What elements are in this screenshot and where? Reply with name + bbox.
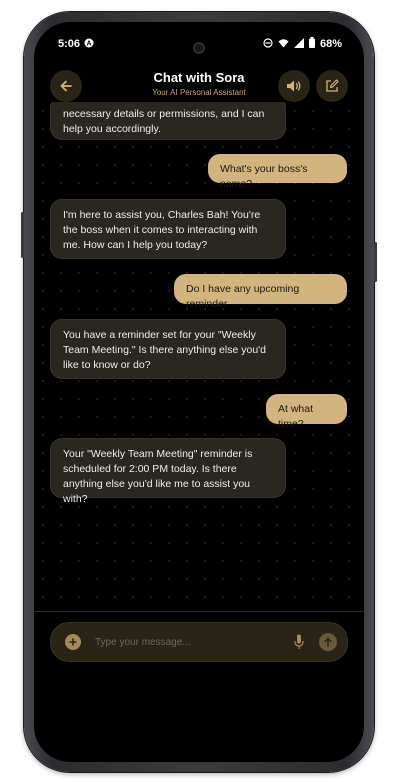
send-arrow-icon (324, 637, 332, 647)
battery-percent: 68% (319, 38, 342, 50)
a-icon: A (84, 38, 94, 51)
signal-icon (293, 37, 304, 51)
phone-screen: 5:06 A 68% Chat with Sora Your AI Person… (34, 22, 364, 762)
message-input[interactable]: Type your message... (95, 637, 291, 648)
status-time: 5:06 (58, 38, 81, 50)
bot-message: I'm here to assist you, Charles Bah! You… (50, 199, 286, 259)
add-attachment-button[interactable] (65, 634, 81, 650)
chat-title: Chat with Sora (153, 70, 245, 85)
chat-area[interactable]: necessary details or permissions, and I … (34, 102, 364, 612)
dnd-icon (263, 37, 273, 51)
send-button[interactable] (319, 633, 337, 651)
svg-text:A: A (87, 40, 92, 47)
user-message: At what time? (266, 394, 347, 430)
speaker-icon (287, 80, 301, 92)
chat-subtitle: Your AI Personal Assistant (152, 88, 246, 97)
plus-icon (69, 638, 77, 646)
battery-icon (308, 37, 315, 51)
bot-message: necessary details or permissions, and I … (50, 102, 286, 140)
edit-icon (326, 79, 339, 92)
power-button (374, 242, 377, 282)
message-input-bar: Type your message... (50, 622, 348, 662)
edit-button[interactable] (316, 70, 348, 102)
volume-button (21, 212, 24, 258)
user-message: What's your boss's name? (208, 154, 347, 190)
bot-message: Your "Weekly Team Meeting" reminder is s… (50, 438, 286, 505)
bot-message: You have a reminder set for your "Weekly… (50, 319, 286, 379)
user-message: Do I have any upcoming reminder (174, 274, 347, 310)
wifi-icon (278, 38, 289, 51)
speaker-button[interactable] (278, 70, 310, 102)
microphone-icon (294, 634, 304, 649)
input-divider (34, 611, 364, 612)
status-bar: 5:06 A 68% (58, 35, 342, 53)
microphone-button[interactable] (291, 633, 307, 651)
